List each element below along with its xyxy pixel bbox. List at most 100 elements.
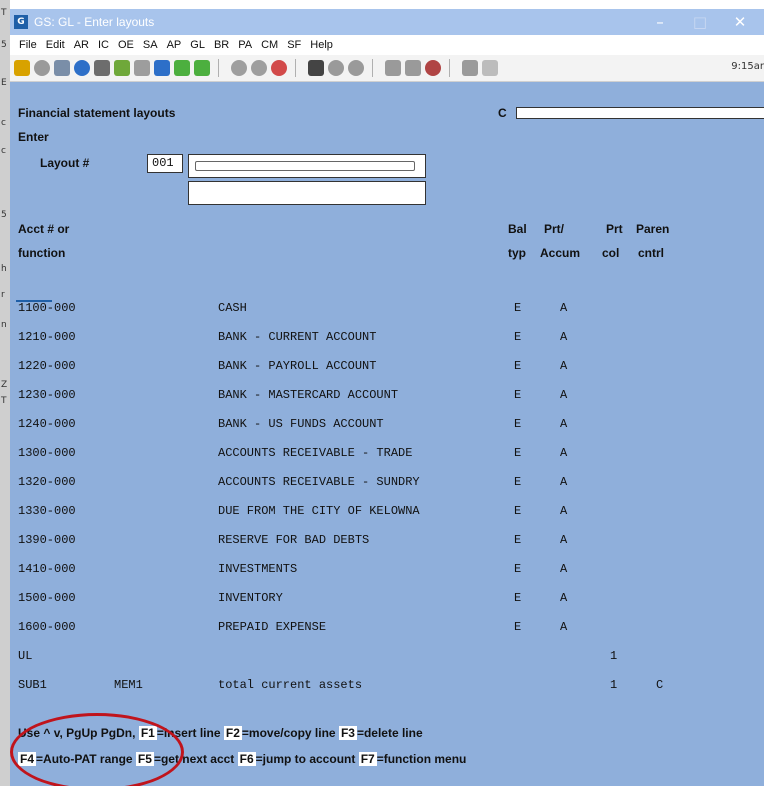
layout-number-field[interactable]: 001 [147, 154, 183, 173]
col-paren-header: Paren [636, 222, 670, 236]
menu-pa[interactable]: PA [238, 39, 252, 51]
prt-cell: A [560, 417, 568, 431]
col-prt-header-2: Accum [540, 246, 581, 260]
desc-cell: CASH [218, 301, 247, 315]
maximize-button[interactable]: □ [680, 13, 720, 31]
title-bar[interactable]: G GS: GL - Enter layouts – □ ✕ [10, 9, 764, 35]
prev-icon[interactable] [385, 60, 401, 76]
stop-icon[interactable] [34, 60, 50, 76]
col-acct-header-2: function [18, 246, 66, 260]
acct-cell: 1240-000 [18, 417, 76, 431]
table-row[interactable]: 1600-000 PREPAID EXPENSE E A [10, 619, 764, 639]
acct-cell: UL [18, 649, 33, 663]
app-window: G GS: GL - Enter layouts – □ ✕ File Edit… [10, 9, 764, 786]
menu-ic[interactable]: IC [98, 39, 109, 51]
table-row[interactable]: 1240-000 BANK - US FUNDS ACCOUNT E A [10, 416, 764, 436]
zoom-icon[interactable] [328, 60, 344, 76]
table-row[interactable]: 1220-000 BANK - PAYROLL ACCOUNT E A [10, 358, 764, 378]
globe-icon[interactable] [74, 60, 90, 76]
acct-cell: 1330-000 [18, 504, 76, 518]
table-row[interactable]: 1230-000 BANK - MASTERCARD ACCOUNT E A [10, 387, 764, 407]
calendar-icon[interactable] [482, 60, 498, 76]
up-arrow-icon[interactable] [174, 60, 190, 76]
f2-key[interactable]: F2 [223, 726, 242, 740]
minimize-button[interactable]: – [640, 13, 680, 31]
f7-key[interactable]: F7 [358, 752, 377, 766]
acct-cell: 1390-000 [18, 533, 76, 547]
menu-br[interactable]: BR [214, 39, 229, 51]
col-bal-header-2: typ [508, 246, 526, 260]
undo-icon[interactable] [154, 60, 170, 76]
menu-bar: File Edit AR IC OE SA AP GL BR PA CM SF … [10, 35, 764, 55]
annotation-red-circle [10, 713, 184, 786]
background-desktop-strip: T5E cc5 hrn ZT [0, 0, 10, 786]
menu-sf[interactable]: SF [287, 39, 301, 51]
page-title: Financial statement layouts [18, 106, 176, 120]
table-row[interactable]: 1320-000 ACCOUNTS RECEIVABLE - SUNDRY E … [10, 474, 764, 494]
toolbar-divider [449, 59, 450, 77]
close-button[interactable]: ✕ [720, 13, 760, 31]
binoculars-icon[interactable] [308, 60, 324, 76]
bal-cell: E [514, 417, 522, 431]
menu-ar[interactable]: AR [74, 39, 89, 51]
col-bal-header: Bal [508, 222, 527, 236]
f3-text: =delete line [356, 726, 423, 740]
table-row[interactable]: 1390-000 RESERVE FOR BAD DEBTS E A [10, 532, 764, 552]
prt-cell: A [560, 446, 568, 460]
stop-round-icon[interactable] [425, 60, 441, 76]
table-row[interactable]: 1300-000 ACCOUNTS RECEIVABLE - TRADE E A [10, 445, 764, 465]
desc-cell: ACCOUNTS RECEIVABLE - SUNDRY [218, 475, 420, 489]
desc-cell: BANK - MASTERCARD ACCOUNT [218, 388, 399, 402]
bal-cell: E [514, 446, 522, 460]
run-icon[interactable] [14, 60, 30, 76]
prtcol-cell: 1 [610, 678, 618, 692]
prt-cell: A [560, 301, 568, 315]
menu-help[interactable]: Help [310, 39, 333, 51]
toolbar-divider [372, 59, 373, 77]
cancel-icon[interactable] [134, 60, 150, 76]
down-arrow-icon[interactable] [194, 60, 210, 76]
circle-gray-icon[interactable] [251, 60, 267, 76]
calculator-icon[interactable] [462, 60, 478, 76]
menu-cm[interactable]: CM [261, 39, 278, 51]
f6-key[interactable]: F6 [237, 752, 256, 766]
prt-cell: A [560, 562, 568, 576]
prt-cell: A [560, 591, 568, 605]
toolbar: 9:15ar [10, 55, 764, 82]
menu-file[interactable]: File [19, 39, 37, 51]
prt-cell: A [560, 330, 568, 344]
clock-text: 9:15ar [731, 61, 764, 72]
table-row[interactable]: 1100-000 CASH E A [10, 300, 764, 320]
next-icon[interactable] [405, 60, 421, 76]
menu-oe[interactable]: OE [118, 39, 134, 51]
description-input-box[interactable] [195, 161, 415, 171]
table-row[interactable]: 1330-000 DUE FROM THE CITY OF KELOWNA E … [10, 503, 764, 523]
acct-cell: 1220-000 [18, 359, 76, 373]
f2-text: =move/copy line [241, 726, 336, 740]
f3-key[interactable]: F3 [338, 726, 357, 740]
refresh-icon[interactable] [348, 60, 364, 76]
printer-icon[interactable] [94, 60, 110, 76]
layout-subtitle-field[interactable] [188, 181, 426, 205]
tools-icon[interactable] [54, 60, 70, 76]
table-row[interactable]: SUB1 MEM1 total current assets 1 C [10, 677, 764, 697]
menu-edit[interactable]: Edit [46, 39, 65, 51]
acct-cell: 1410-000 [18, 562, 76, 576]
layout-description-field[interactable] [188, 154, 426, 178]
acct-cell: 1500-000 [18, 591, 76, 605]
table-row[interactable]: 1410-000 INVESTMENTS E A [10, 561, 764, 581]
table-row[interactable]: UL 1 [10, 648, 764, 668]
check-icon[interactable] [114, 60, 130, 76]
desc-cell: total current assets [218, 678, 363, 692]
circle-red-icon[interactable] [271, 60, 287, 76]
menu-ap[interactable]: AP [167, 39, 182, 51]
col-paren-header-2: cntrl [638, 246, 665, 260]
paren-cell: C [656, 678, 664, 692]
acct-cell: 1100-000 [18, 301, 76, 315]
table-row[interactable]: 1500-000 INVENTORY E A [10, 590, 764, 610]
table-row[interactable]: 1210-000 BANK - CURRENT ACCOUNT E A [10, 329, 764, 349]
menu-gl[interactable]: GL [190, 39, 205, 51]
menu-sa[interactable]: SA [143, 39, 158, 51]
col-prt-header: Prt/ [544, 222, 565, 236]
circle-gray-icon[interactable] [231, 60, 247, 76]
